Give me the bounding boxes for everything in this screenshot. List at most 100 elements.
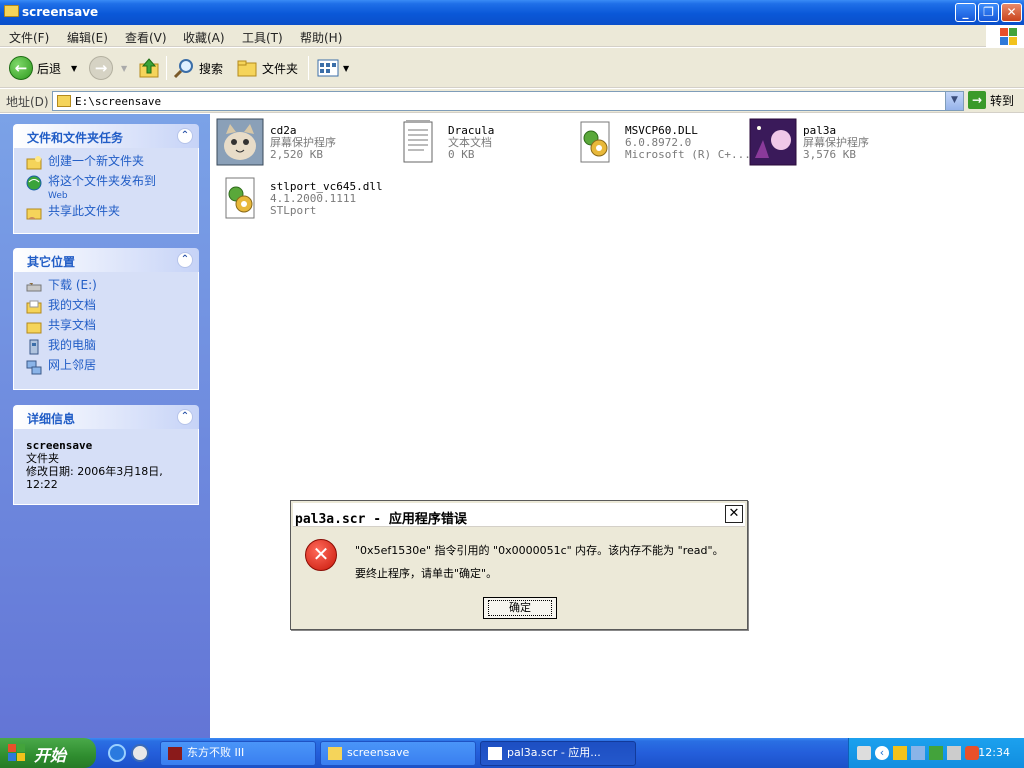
address-dropdown-icon[interactable]: ▼ [945,92,963,110]
views-dropdown-icon[interactable]: ▼ [343,64,349,73]
computer-icon [29,339,39,355]
place-label: 我的文档 [48,298,97,312]
file-size: Microsoft (R) C+... [625,148,751,161]
globe-icon [26,175,42,191]
menu-view[interactable]: 查看(V) [125,29,167,46]
keyboard-icon[interactable] [857,746,871,760]
menu-favorites[interactable]: 收藏(A) [183,29,225,46]
place-network[interactable]: 网上邻居 [26,358,188,378]
dialog-titlebar[interactable]: pal3a.scr - 应用程序错误 ✕ [293,503,745,527]
clock[interactable]: 12:34 [978,746,1010,759]
address-value: E:\screensave [75,95,162,108]
task-label: 创建一个新文件夹 [48,154,145,168]
game-icon [168,747,182,760]
toolbar: ← 后退 ▼ → ▼ 搜索 文件夹 ▼ [0,48,1024,88]
menu-file[interactable]: 文件(F) [9,29,49,46]
file-item-stlport[interactable]: stlport_vc645.dll 4.1.2000.1111 STLport [212,172,383,224]
place-drive-e[interactable]: 下载 (E:) [26,278,188,298]
internet-explorer-icon[interactable] [108,744,126,762]
monitor-icon[interactable] [947,746,961,760]
umbrella-icon[interactable] [929,746,943,760]
panel-header[interactable]: 其它位置 ⌃ [13,248,199,272]
new-folder-icon [26,156,42,170]
file-size: 3,576 KB [803,148,856,161]
collapse-chevron-icon[interactable]: ⌃ [177,409,193,425]
folders-button[interactable]: 文件夹 [236,56,298,80]
back-button[interactable]: ← 后退 ▼ [9,56,77,80]
place-label: 网上邻居 [48,358,97,372]
file-size: 2,520 KB [270,148,323,161]
collapse-chevron-icon[interactable]: ⌃ [177,128,193,144]
taskbar-item-screensave[interactable]: screensave [320,741,476,766]
shield-icon[interactable] [965,746,979,760]
show-hidden-icons-chevron-icon[interactable]: ‹ [875,746,889,760]
panel-title: 详细信息 [27,412,76,426]
menu-help[interactable]: 帮助(H) [300,29,342,46]
views-button[interactable]: ▼ [317,56,349,80]
task-publish-web[interactable]: 将这个文件夹发布到 Web [26,174,188,204]
search-button[interactable]: 搜索 [173,56,223,80]
panel-body: 下载 (E:) 我的文档 共享文档 我的电脑 网上邻居 [13,272,199,390]
place-shared-documents[interactable]: 共享文档 [26,318,188,338]
taskbar-item-error[interactable]: pal3a.scr - 应用... [480,741,636,766]
ok-button[interactable]: 确定 [483,597,557,619]
taskbar-item-game[interactable]: 东方不败 III [160,741,316,766]
details-modified: 修改日期: 2006年3月18日, 12:22 [26,465,163,491]
details-name: screensave [26,439,93,452]
menu-tools[interactable]: 工具(T) [242,29,283,46]
task-label: 东方不败 III [187,746,245,759]
go-arrow-icon: → [968,91,986,109]
search-label: 搜索 [199,61,224,76]
panel-body: 创建一个新文件夹 将这个文件夹发布到 Web 共享此文件夹 [13,148,199,234]
details-panel: 详细信息 ⌃ screensave 文件夹 修改日期: 2006年3月18日, … [13,405,199,505]
text-document-icon [403,120,433,163]
address-bar: 地址(D) E:\screensave ▼ → 转到 [0,89,1024,113]
user-icon[interactable] [893,746,907,760]
address-label: 地址(D) [6,95,49,109]
error-message-line2: 要终止程序，请单击"确定"。 [355,567,498,580]
file-item-msvcp60[interactable]: MSVCP60.DLL 6.0.8972.0 Microsoft (R) C+.… [567,116,751,168]
show-desktop-icon[interactable] [131,744,149,762]
file-item-pal3a[interactable]: pal3a 屏幕保护程序 3,576 KB [745,116,915,168]
shared-folder-icon [26,322,42,334]
task-label: 共享此文件夹 [48,204,121,218]
place-my-documents[interactable]: 我的文档 [26,298,188,318]
back-dropdown-icon[interactable]: ▼ [71,64,77,73]
address-field[interactable]: E:\screensave ▼ [52,91,964,111]
documents-folder-icon [26,300,42,314]
panel-body: screensave 文件夹 修改日期: 2006年3月18日, 12:22 [13,429,199,505]
up-folder-button[interactable] [138,56,160,80]
close-button[interactable]: ✕ [1001,3,1022,22]
window-titlebar[interactable]: screensave _ ❐ ✕ [0,0,1024,25]
error-icon: ✕ [305,539,337,571]
forward-dropdown-icon: ▼ [121,63,128,73]
pal3a-screensaver-icon [749,118,797,166]
panel-header[interactable]: 详细信息 ⌃ [13,405,199,429]
dll-gear-icon [225,177,255,219]
place-label: 共享文档 [48,318,97,332]
file-item-cd2a[interactable]: cd2a 屏幕保护程序 2,520 KB [212,116,382,168]
panel-header[interactable]: 文件和文件夹任务 ⌃ [13,124,199,148]
file-item-dracula[interactable]: Dracula 文本文档 0 KB [390,116,560,168]
details-type: 文件夹 [26,452,59,465]
dialog-close-button[interactable]: ✕ [725,505,743,523]
network-icon[interactable] [911,746,925,760]
task-pane: 文件和文件夹任务 ⌃ 创建一个新文件夹 将这个文件夹发布到 Web 共享此文件夹 … [0,114,210,738]
minimize-button[interactable]: _ [955,3,976,22]
task-sublabel: Web [48,191,68,201]
forward-button[interactable]: → ▼ [89,56,127,80]
start-button[interactable]: 开始 [0,738,96,768]
go-button[interactable]: → 转到 [968,91,1014,109]
windows-flag-icon [8,744,26,762]
error-message-line1: "0x5ef1530e" 指令引用的 "0x0000051c" 内存。该内存不能… [355,544,724,557]
collapse-chevron-icon[interactable]: ⌃ [177,252,193,268]
maximize-button[interactable]: ❐ [978,3,999,22]
task-share-folder[interactable]: 共享此文件夹 [26,204,188,224]
file-list: cd2a 屏幕保护程序 2,520 KB Dracula 文本文档 0 KB M… [210,114,1024,738]
search-icon [173,59,193,79]
menu-edit[interactable]: 编辑(E) [67,29,108,46]
place-my-computer[interactable]: 我的电脑 [26,338,188,358]
ok-label: 确定 [488,600,552,616]
task-label: 将这个文件夹发布到 [48,174,157,188]
task-new-folder[interactable]: 创建一个新文件夹 [26,154,188,174]
